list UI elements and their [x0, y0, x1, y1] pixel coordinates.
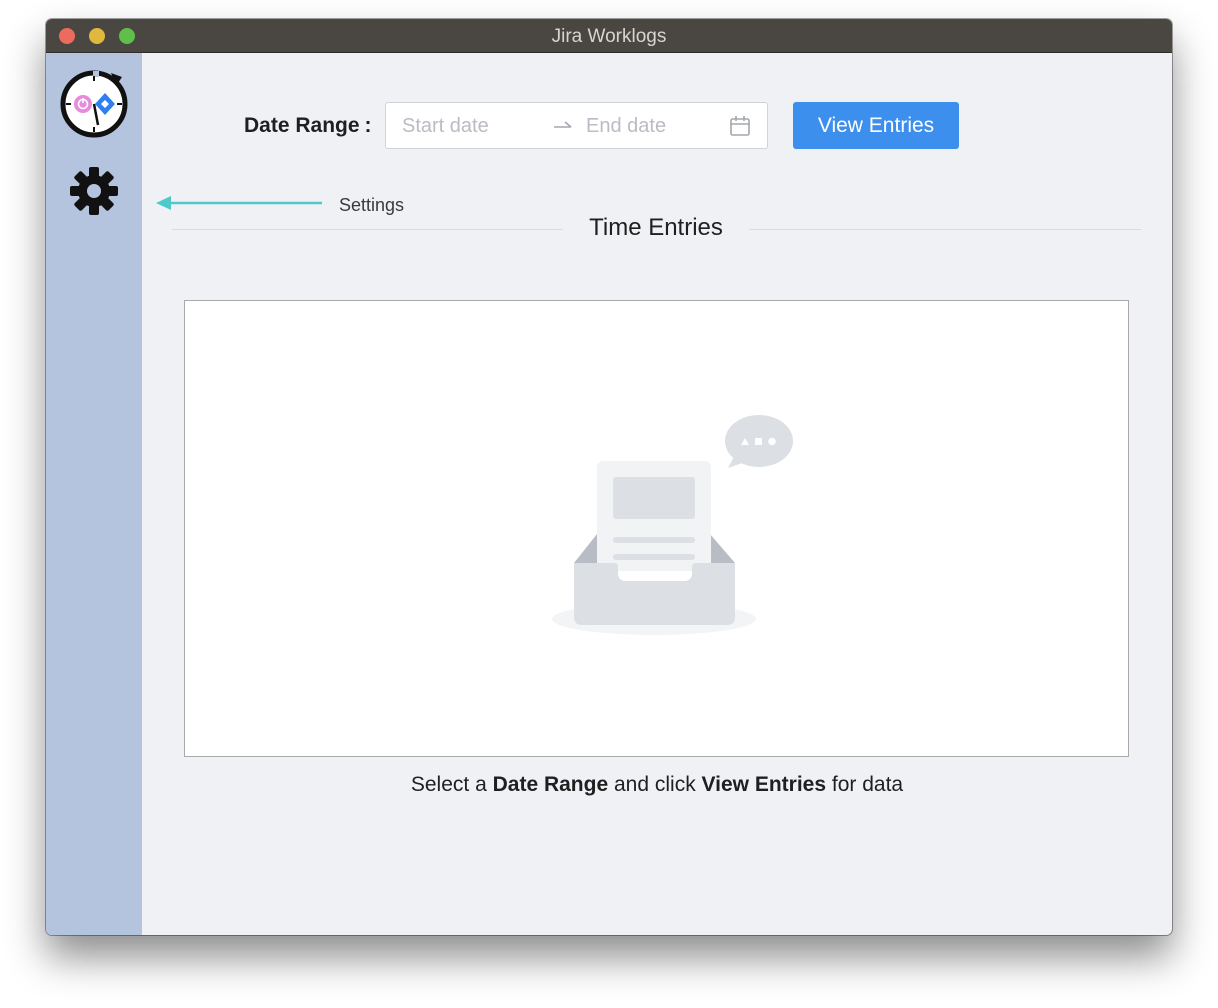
- section-title: Time Entries: [589, 214, 723, 241]
- date-range-picker[interactable]: Start date End date: [385, 102, 768, 149]
- stopwatch-jira-logo-icon[interactable]: [59, 67, 131, 139]
- settings-annotation: Settings: [339, 195, 405, 215]
- sidebar: [46, 53, 142, 935]
- divider: [172, 229, 563, 230]
- view-entries-button[interactable]: View Entries: [793, 102, 959, 149]
- empty-inbox-icon: [552, 415, 793, 635]
- calendar-icon[interactable]: [729, 115, 751, 137]
- start-date-input[interactable]: Start date: [402, 115, 489, 138]
- divider: [749, 229, 1141, 230]
- window-title: Jira Worklogs: [551, 26, 667, 47]
- title-bar: Jira Worklogs: [46, 19, 1172, 53]
- app-window: Jira Worklogs Date Range: Start date En…: [46, 19, 1172, 935]
- arrow-left-icon: [156, 196, 322, 210]
- main-content: Date Range: Start date End date View Ent…: [142, 53, 1172, 935]
- entries-table-empty: [184, 300, 1129, 757]
- end-date-input[interactable]: End date: [586, 115, 666, 138]
- date-range-label: Date Range:: [244, 114, 372, 137]
- arrow-right-icon: [554, 121, 572, 128]
- gear-icon[interactable]: [69, 166, 119, 216]
- empty-state-hint: Select a Date Range and click View Entri…: [410, 773, 904, 796]
